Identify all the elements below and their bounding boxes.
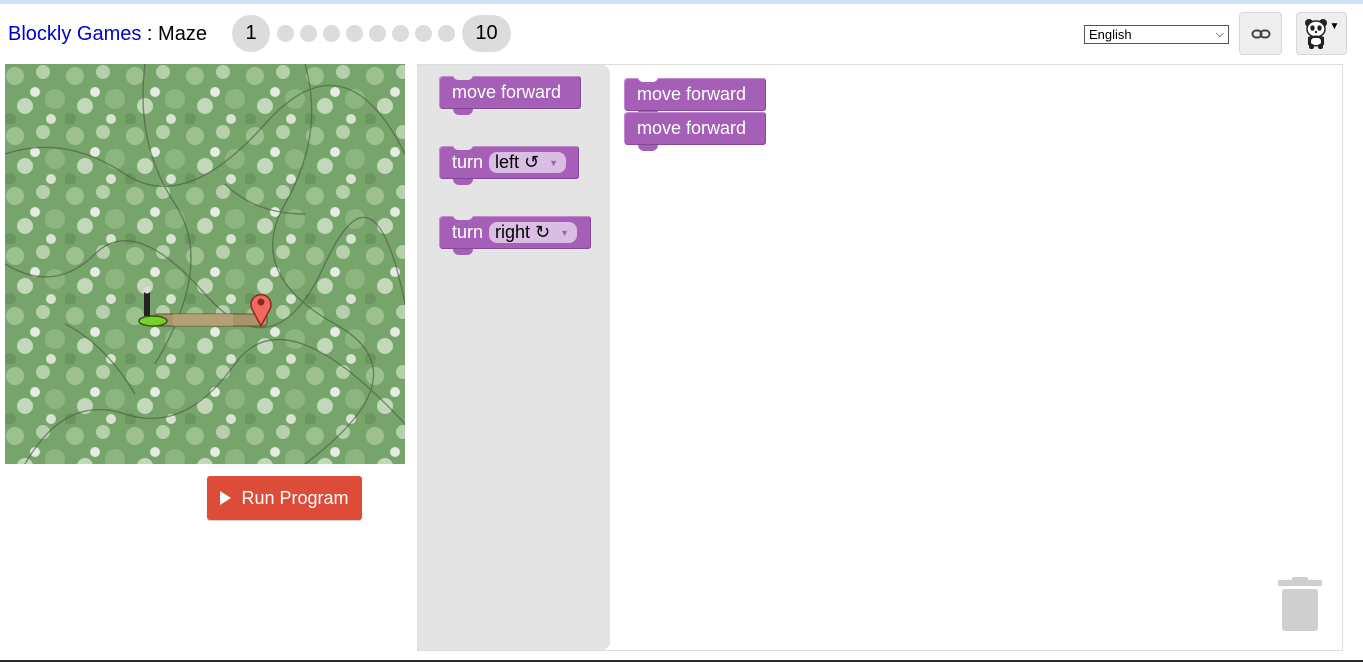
run-program-button[interactable]: Run Program xyxy=(207,476,362,520)
trash-icon[interactable] xyxy=(1278,577,1322,633)
block-label: move forward xyxy=(452,82,562,102)
game-title: Maze xyxy=(158,23,207,45)
level-2-dot[interactable] xyxy=(277,25,294,42)
level-9-dot[interactable] xyxy=(438,25,455,42)
block-label: move forward xyxy=(637,118,747,138)
level-8-dot[interactable] xyxy=(415,25,432,42)
level-dots xyxy=(274,25,458,42)
toolbox-block-turn-left[interactable]: turn left ↺ ▼ xyxy=(439,145,579,185)
blockly-workspace[interactable]: move forward turn left ↺ ▼ turn right ↻ … xyxy=(417,64,1343,651)
window-top-border xyxy=(0,0,1363,4)
block-label: turn xyxy=(452,152,484,172)
block-label: move forward xyxy=(637,84,747,104)
level-6-dot[interactable] xyxy=(369,25,386,42)
level-7-dot[interactable] xyxy=(392,25,409,42)
language-value: English xyxy=(1089,27,1132,42)
level-1-button[interactable]: 1 xyxy=(232,15,270,52)
maze-canvas xyxy=(5,64,405,464)
toolbox-block-move-forward[interactable]: move forward xyxy=(439,75,581,115)
workspace-block-move-forward[interactable]: move forward xyxy=(624,112,766,151)
page-title: Blockly Games : Maze xyxy=(8,22,207,46)
level-3-dot[interactable] xyxy=(300,25,317,42)
caret-down-icon: ▼ xyxy=(1329,21,1340,32)
link-button[interactable] xyxy=(1239,12,1282,55)
menu-button[interactable]: ▼ xyxy=(1296,12,1347,55)
level-selector: 1 10 xyxy=(232,15,511,52)
level-10-button[interactable]: 10 xyxy=(462,15,511,52)
run-program-label: Run Program xyxy=(241,487,349,508)
level-4-dot[interactable] xyxy=(323,25,340,42)
dropdown-arrow-icon: ▼ xyxy=(560,227,570,238)
play-icon xyxy=(220,491,232,505)
chevron-down-icon: ⌵ xyxy=(1215,28,1224,40)
blockly-games-link[interactable]: Blockly Games xyxy=(8,23,141,45)
direction-value: left ↺ xyxy=(495,152,540,172)
direction-dropdown[interactable]: left ↺ ▼ xyxy=(489,152,567,173)
toolbox-block-turn-right[interactable]: turn right ↻ ▼ xyxy=(439,215,591,255)
direction-dropdown[interactable]: right ↻ ▼ xyxy=(489,222,578,243)
maze-display xyxy=(5,64,405,464)
language-select[interactable]: English ⌵ xyxy=(1084,25,1229,44)
panda-icon xyxy=(1304,18,1327,49)
workspace-block-move-forward[interactable]: move forward xyxy=(624,77,766,117)
block-label: turn xyxy=(452,222,484,242)
dropdown-arrow-icon: ▼ xyxy=(549,157,559,168)
link-icon xyxy=(1251,29,1270,38)
level-5-dot[interactable] xyxy=(346,25,363,42)
toolbox-flyout: move forward turn left ↺ ▼ turn right ↻ … xyxy=(418,65,610,650)
title-separator: : xyxy=(141,23,159,45)
direction-value: right ↻ xyxy=(495,222,551,242)
